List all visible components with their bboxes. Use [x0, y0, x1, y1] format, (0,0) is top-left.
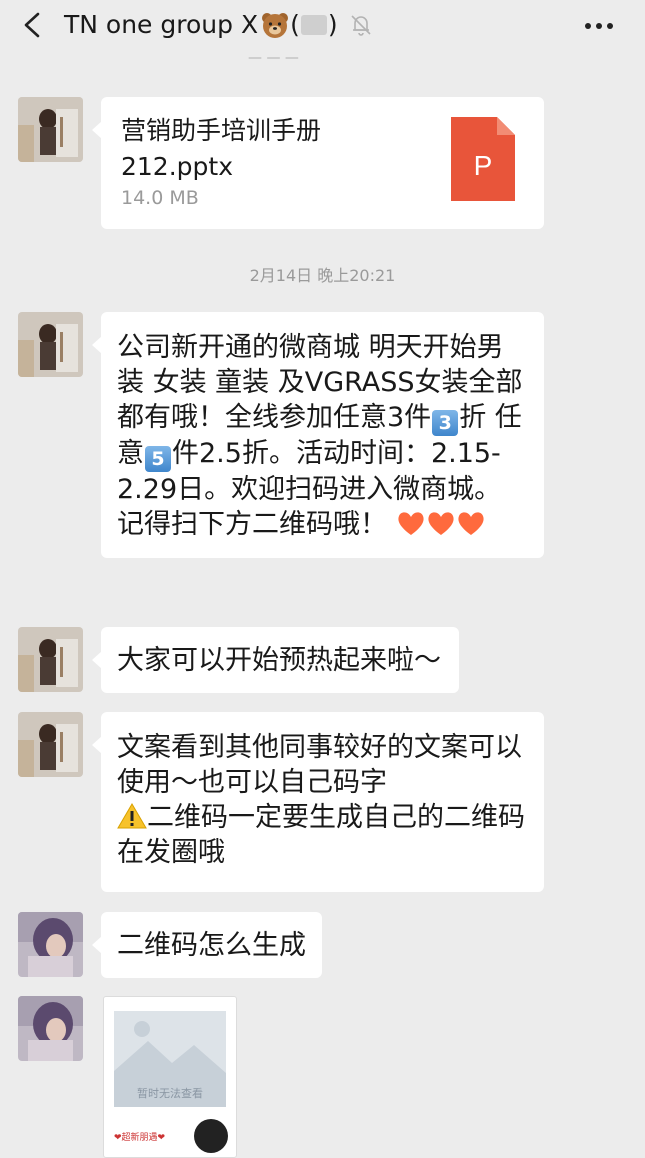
image-placeholder: 暂时无法查看	[114, 1011, 226, 1107]
file-message-bubble[interactable]: 营销助手培训手册 212.pptx 14.0 MB P	[92, 97, 544, 229]
message-line-2: 二维码一定要生成自己的二维码在发圈哦	[117, 802, 525, 868]
chat-title: TN one group X ( )	[64, 8, 374, 42]
avatar-photo-icon	[18, 996, 83, 1061]
back-button[interactable]	[18, 10, 46, 40]
qr-code-icon	[194, 1119, 228, 1153]
warning-icon	[117, 803, 147, 829]
image-unavailable-caption: 暂时无法查看	[137, 1087, 203, 1100]
heart-icon	[458, 512, 484, 535]
title-paren-close: )	[327, 10, 338, 39]
text-message-bubble[interactable]: 文案看到其他同事较好的文案可以使用～也可以自己码字 二维码一定要生成自己的二维码…	[92, 712, 544, 892]
image-message[interactable]: 暂时无法查看 ❤超新朋遇❤	[103, 996, 237, 1158]
more-dots-icon	[585, 23, 613, 29]
avatar-photo-icon	[18, 912, 83, 977]
pptx-file-icon: P	[451, 117, 515, 201]
avatar[interactable]	[18, 712, 83, 777]
mute-bell-icon	[351, 15, 371, 36]
message-line-1: 文案看到其他同事较好的文案可以使用～也可以自己码字	[117, 732, 522, 798]
avatar[interactable]	[18, 312, 83, 377]
blurred-member-count	[300, 15, 327, 35]
keycap-5-emoji: 5	[145, 446, 171, 472]
avatar[interactable]	[18, 912, 83, 977]
heart-icon	[398, 512, 424, 535]
heart-icon	[428, 512, 454, 535]
chevron-left-icon	[24, 12, 40, 38]
avatar-photo-icon	[18, 312, 83, 377]
svg-text:P: P	[474, 150, 493, 181]
message-text: 二维码怎么生成	[117, 930, 306, 961]
file-size: 14.0 MB	[121, 187, 199, 209]
message-text: 文案看到其他同事较好的文案可以使用～也可以自己码字 二维码一定要生成自己的二维码…	[101, 712, 544, 886]
image-footer-text: ❤超新朋遇❤	[114, 1133, 166, 1143]
keycap-3-emoji: 3	[432, 410, 459, 436]
chat-header: TN one group X ( )	[0, 0, 645, 50]
avatar[interactable]	[18, 627, 83, 692]
bear-emoji-icon	[262, 13, 289, 38]
text-message-bubble[interactable]: 公司新开通的微商城 明天开始男装 女装 童装 及VGRASS女装全部都有哦！全线…	[92, 312, 544, 558]
message-text: 大家可以开始预热起来啦～	[117, 645, 441, 676]
cut-off-message-text: — — —	[248, 56, 299, 64]
file-name: 营销助手培训手册 212.pptx	[121, 116, 322, 181]
avatar-photo-icon	[18, 712, 83, 777]
avatar[interactable]	[18, 97, 83, 162]
avatar-photo-icon	[18, 97, 83, 162]
text-message-bubble[interactable]: 二维码怎么生成	[92, 912, 322, 978]
chat-title-text: TN one group X	[64, 10, 259, 39]
text-message-bubble[interactable]: 大家可以开始预热起来啦～	[92, 627, 459, 693]
avatar[interactable]	[18, 996, 83, 1061]
avatar-photo-icon	[18, 627, 83, 692]
timestamp: 2月14日 晚上20:21	[249, 266, 396, 285]
title-paren-open: (	[290, 10, 300, 39]
more-options-button[interactable]	[583, 14, 615, 38]
message-text: 公司新开通的微商城 明天开始男装 女装 童装 及VGRASS女装全部都有哦！全线…	[117, 332, 523, 540]
